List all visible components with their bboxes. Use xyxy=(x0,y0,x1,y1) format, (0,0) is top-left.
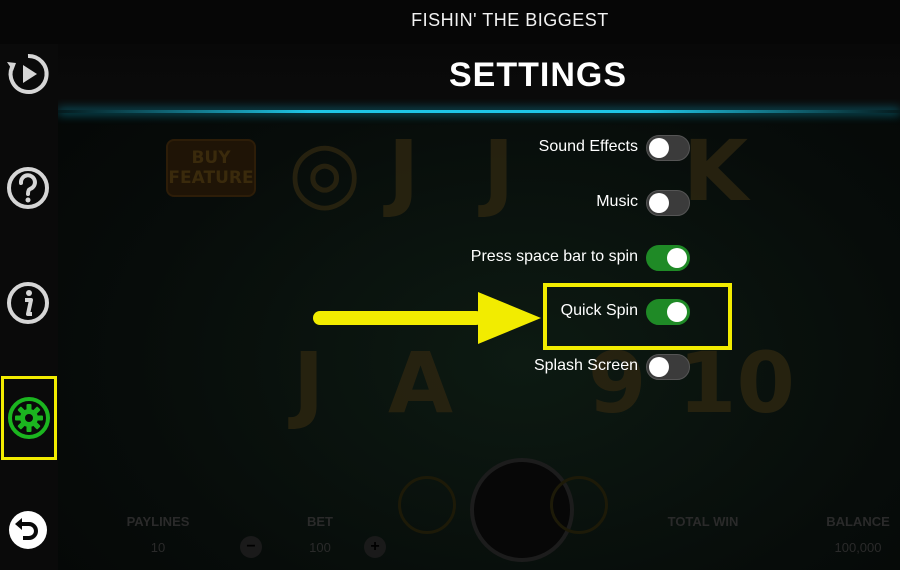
replay-play-icon xyxy=(7,53,49,94)
info-icon xyxy=(7,282,49,324)
setting-label: Splash Screen xyxy=(533,357,638,374)
setting-label: Music xyxy=(596,193,638,210)
setting-label: Press space bar to spin xyxy=(470,248,638,265)
bet-increase-button: + xyxy=(364,536,386,558)
balance-label: BALANCE xyxy=(826,514,890,529)
buy-feature-label: BUY FEATURE xyxy=(168,148,254,188)
space-bar-spin-toggle[interactable] xyxy=(646,245,690,271)
bet-label: BET xyxy=(307,514,333,529)
autoplay-button xyxy=(550,476,608,534)
total-win-label: TOTAL WIN xyxy=(667,514,739,529)
bet-stack-button xyxy=(398,476,456,534)
game-title: FISHIN' THE BIGGEST xyxy=(411,10,609,30)
settings-title: SETTINGS xyxy=(448,56,628,94)
sidebar-item-back[interactable] xyxy=(3,502,53,558)
paylines-label: PAYLINES xyxy=(126,514,190,529)
settings-header: SETTINGS xyxy=(58,44,900,110)
sidebar-item-settings[interactable] xyxy=(1,376,57,460)
reel-symbol: K xyxy=(683,122,749,220)
sidebar-item-autoplay[interactable] xyxy=(3,46,53,102)
bet-decrease-button: − xyxy=(240,536,262,558)
setting-row-splash-screen: Splash Screen xyxy=(438,352,690,384)
music-toggle[interactable] xyxy=(646,190,690,216)
question-icon xyxy=(7,167,49,209)
sidebar xyxy=(0,44,58,570)
buy-feature-button: BUY FEATURE xyxy=(166,139,256,197)
annotation-arrow-icon xyxy=(313,292,541,344)
setting-label: Sound Effects xyxy=(538,138,638,155)
title-bar: FISHIN' THE BIGGEST xyxy=(0,0,900,44)
setting-row-sound-effects: Sound Effects xyxy=(438,133,690,165)
setting-row-music: Music xyxy=(438,188,690,220)
gear-icon xyxy=(8,397,50,439)
balance-value: 100,000 xyxy=(834,540,882,555)
header-divider xyxy=(58,110,900,113)
sidebar-item-info[interactable] xyxy=(3,275,53,331)
bet-value: 100 xyxy=(309,540,331,555)
back-arrow-icon xyxy=(9,511,47,549)
reel-symbol: ◎ xyxy=(288,122,362,220)
reel-symbol: J xyxy=(388,122,420,220)
quick-spin-highlight xyxy=(543,283,732,350)
sound-effects-toggle[interactable] xyxy=(646,135,690,161)
splash-screen-toggle[interactable] xyxy=(646,354,690,380)
paylines-value: 10 xyxy=(150,540,166,555)
reel-symbol: J xyxy=(293,334,325,432)
settings-overlay: BUY FEATURE ◎ J J K J A 9 10 PAYLINES 10… xyxy=(58,44,900,570)
setting-row-space-bar-spin: Press space bar to spin xyxy=(438,243,690,275)
sidebar-item-help[interactable] xyxy=(3,160,53,216)
